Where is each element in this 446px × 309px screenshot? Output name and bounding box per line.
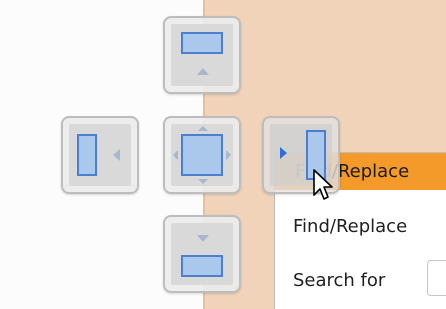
- dock-center-button[interactable]: [163, 116, 241, 194]
- search-for-label: Search for: [293, 270, 386, 291]
- dock-center-icon: [171, 124, 233, 186]
- dock-left-button[interactable]: [61, 116, 139, 194]
- dock-bottom-button[interactable]: [163, 215, 241, 293]
- dock-pane-preview: [181, 32, 223, 54]
- arrow-up-icon: [197, 68, 209, 75]
- dock-pane-preview: [77, 134, 97, 176]
- arrow-down-icon: [198, 179, 208, 184]
- arrow-left-icon: [173, 150, 178, 160]
- dock-bottom-icon: [171, 223, 233, 285]
- dialog-heading: Find/Replace: [293, 216, 408, 237]
- dock-pane-preview: [181, 134, 223, 176]
- mouse-pointer-icon: [313, 169, 333, 200]
- dock-left-icon: [69, 124, 131, 186]
- arrow-down-icon: [197, 235, 209, 242]
- search-input[interactable]: [427, 260, 446, 296]
- dock-pane-preview: [181, 255, 223, 277]
- arrow-right-icon: [280, 147, 287, 159]
- screen: Find/Replace Find/Replace Search for: [0, 0, 446, 309]
- arrow-up-icon: [198, 126, 208, 131]
- dock-top-button[interactable]: [163, 16, 241, 94]
- arrow-left-icon: [113, 149, 120, 161]
- dock-top-icon: [171, 24, 233, 86]
- arrow-right-icon: [226, 150, 231, 160]
